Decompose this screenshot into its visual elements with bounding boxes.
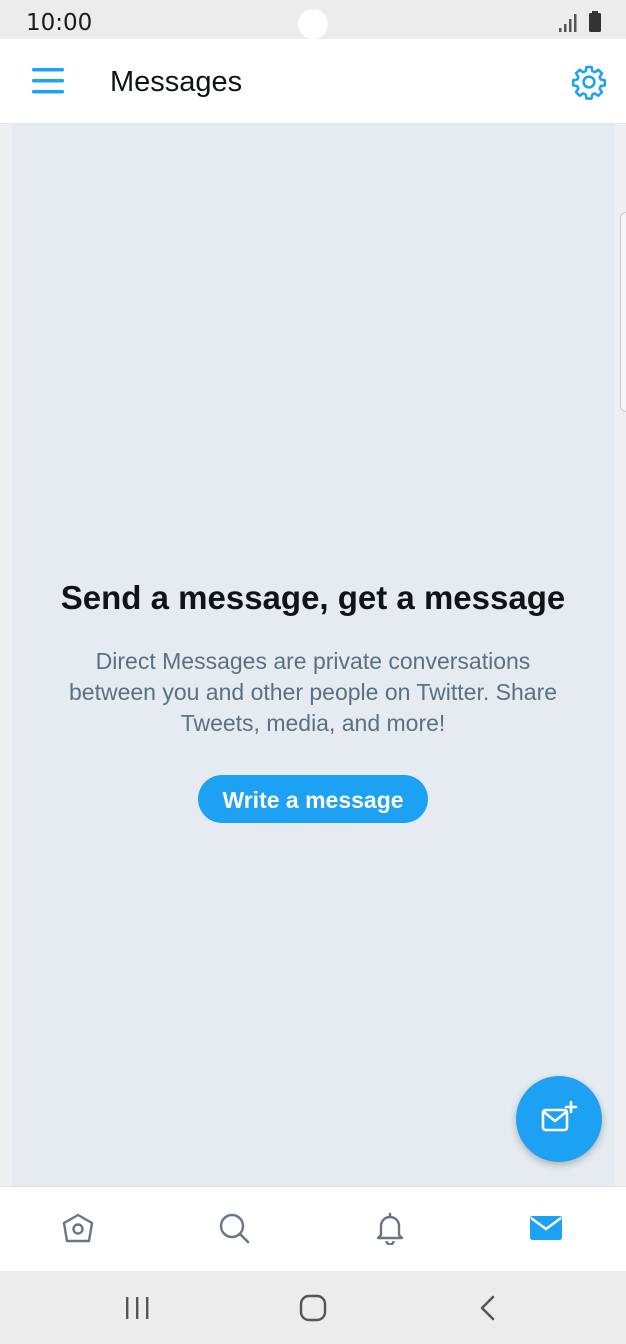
- camera-cutout: [298, 9, 328, 39]
- gear-icon: [571, 65, 607, 100]
- envelope-icon: [530, 1216, 562, 1240]
- signal-icon: [559, 14, 577, 32]
- search-icon: [219, 1213, 250, 1244]
- bell-icon: [376, 1212, 404, 1245]
- battery-icon: [589, 11, 601, 32]
- back-button[interactable]: [428, 1271, 548, 1344]
- status-bar: 10:00: [0, 0, 626, 39]
- status-time: 10:00: [26, 10, 93, 36]
- compose-message-fab[interactable]: [516, 1076, 602, 1162]
- new-message-icon: [541, 1100, 578, 1132]
- empty-state-title: Send a message, get a message: [60, 579, 566, 616]
- tab-messages[interactable]: [468, 1187, 624, 1272]
- back-icon: [480, 1295, 495, 1321]
- empty-state-description: Direct Messages are private conversation…: [68, 648, 558, 736]
- bottom-tab-bar: [0, 1186, 626, 1272]
- home-icon: [62, 1213, 94, 1243]
- app-header: Messages: [0, 39, 626, 124]
- write-message-button[interactable]: Write a message: [198, 775, 428, 823]
- scrollbar-edge[interactable]: [620, 212, 626, 412]
- tab-home[interactable]: [0, 1187, 156, 1272]
- system-navigation-bar: [0, 1271, 626, 1344]
- hamburger-menu-icon: [32, 68, 64, 94]
- recents-icon: [126, 1297, 149, 1319]
- menu-button[interactable]: [30, 65, 66, 97]
- home-button[interactable]: [253, 1271, 373, 1344]
- settings-button[interactable]: [570, 63, 608, 101]
- home-button-icon: [299, 1294, 327, 1322]
- page-title: Messages: [110, 66, 243, 98]
- tab-notifications[interactable]: [312, 1187, 468, 1272]
- recents-button[interactable]: [78, 1271, 198, 1344]
- tab-search[interactable]: [156, 1187, 312, 1272]
